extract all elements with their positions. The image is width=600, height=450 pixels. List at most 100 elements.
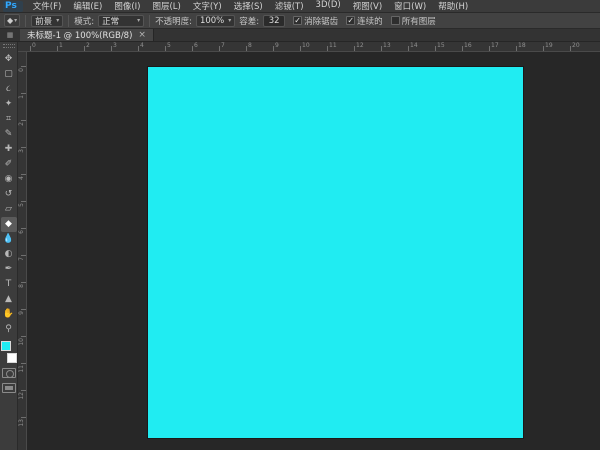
zoom-tool[interactable]: ⚲	[1, 322, 17, 337]
checkbox-unchecked-icon	[390, 16, 400, 25]
document-tab[interactable]: 未标题-1 @ 100%(RGB/8) ×	[20, 29, 154, 41]
ruler-tick-label: 9	[275, 42, 279, 49]
blend-mode-dropdown[interactable]: 正常 ▾	[98, 14, 145, 27]
ruler-tick-label: 7	[18, 257, 25, 261]
ruler-tick-label: 5	[167, 42, 171, 49]
ruler-tick-label: 12	[356, 42, 364, 49]
pen-tool[interactable]: ✒	[1, 262, 17, 277]
tool-preset-picker[interactable]: ◆ ▾	[4, 14, 21, 27]
history-brush-tool[interactable]: ↺	[1, 187, 17, 202]
horizontal-ruler[interactable]: 0 1 2 3 4 5 6 7 8 9 10 11 12 13 14 15 16 17 18 19 20	[18, 42, 600, 52]
checkbox-1[interactable]: ✓ 连续的	[346, 15, 383, 27]
separator	[68, 14, 70, 27]
dodge-tool[interactable]: ◐	[1, 247, 17, 262]
ruler-tick	[219, 46, 220, 51]
quick-selection-tool[interactable]: ✦	[1, 97, 17, 112]
lasso-tool[interactable]: ૮	[1, 82, 17, 97]
screen-mode-button[interactable]	[1, 383, 16, 393]
move-tool[interactable]: ✥	[1, 52, 17, 67]
ruler-tick-label: 18	[518, 42, 526, 49]
toolbar-grip[interactable]	[2, 44, 15, 48]
checkbox-label: 所有图层	[401, 16, 436, 27]
ruler-tick-label: 19	[545, 42, 553, 49]
chevron-down-icon: ▾	[137, 17, 141, 24]
ruler-tick-label: 14	[410, 42, 418, 49]
type-tool[interactable]: T	[1, 277, 17, 292]
ruler-tick-label: 10	[18, 338, 25, 346]
path-selection-tool[interactable]: ▲	[1, 292, 17, 307]
ruler-tick-label: 6	[18, 230, 25, 234]
ruler-tick-label: 0	[18, 68, 25, 72]
ruler-tick-label: 2	[18, 122, 25, 126]
menu-item-7[interactable]: 3D(D)	[310, 0, 347, 12]
ruler-tick	[570, 46, 571, 51]
ruler-tick	[489, 46, 490, 51]
document-title: 未标题-1 @ 100%(RGB/8)	[27, 31, 133, 41]
brush-tool[interactable]: ✐	[1, 157, 17, 172]
rectangular-marquee-tool[interactable]: ▢	[1, 67, 17, 82]
menu-item-8[interactable]: 视图(V)	[347, 0, 388, 12]
eraser-tool[interactable]: ▱	[1, 202, 17, 217]
clone-stamp-tool[interactable]: ◉	[1, 172, 17, 187]
ruler-tick-label: 0	[32, 42, 36, 49]
ruler-tick-label: 13	[18, 419, 25, 427]
menu-items: 文件(F) 编辑(E) 图像(I) 图层(L) 文字(Y) 选择(S) 滤镜(T) 3D(D)…	[27, 0, 474, 12]
foreground-color-swatch[interactable]	[0, 341, 11, 351]
tolerance-label: 容差:	[239, 16, 260, 27]
panel-toggle-icon[interactable]: ▦	[0, 29, 20, 41]
fill-source-dropdown[interactable]: 前景 ▾	[31, 14, 64, 27]
menu-item-1[interactable]: 编辑(E)	[67, 0, 108, 12]
ruler-tick-label: 11	[18, 365, 25, 373]
menu-item-5[interactable]: 选择(S)	[228, 0, 269, 12]
hand-tool[interactable]: ✋	[1, 307, 17, 322]
ruler-tick	[138, 46, 139, 51]
tools-panel: ✥ ▢ ૮ ✦ ⌗ ✎ ✚ ✐ ◉ ↺ ▱ ◆ 💧 ◐ ✒ T ▲ ✋ ⚲	[0, 42, 18, 450]
paint-bucket-tool[interactable]: ◆	[0, 217, 17, 232]
document-canvas[interactable]	[148, 67, 523, 438]
ruler-tick-label: 9	[18, 311, 25, 315]
checkbox-checked-icon: ✓	[346, 15, 356, 25]
ruler-tick	[462, 46, 463, 51]
ruler-tick-label: 16	[464, 42, 472, 49]
blur-tool[interactable]: 💧	[1, 232, 17, 247]
background-color-swatch[interactable]	[6, 353, 17, 363]
quick-mask-button[interactable]	[1, 368, 16, 378]
menu-item-9[interactable]: 窗口(W)	[388, 0, 432, 12]
ruler-tick	[381, 46, 382, 51]
ruler-tick	[30, 46, 31, 51]
ruler-tick-label: 11	[329, 42, 337, 49]
ruler-tick-label: 4	[140, 42, 144, 49]
opacity-value: 100%	[199, 15, 225, 26]
menu-item-10[interactable]: 帮助(H)	[432, 0, 474, 12]
tolerance-input[interactable]	[263, 14, 286, 27]
checkbox-0[interactable]: ✓ 消除锯齿	[293, 15, 338, 27]
opacity-label: 不透明度:	[155, 16, 192, 27]
checkbox-2[interactable]: 所有图层	[390, 15, 436, 27]
vertical-ruler[interactable]: 0 1 2 3 4 5 6 7 8 9 10 11 12 13	[18, 52, 27, 450]
paint-bucket-icon: ◆	[7, 16, 14, 25]
ruler-tick-label: 13	[383, 42, 391, 49]
healing-brush-tool[interactable]: ✚	[1, 142, 17, 157]
ruler-tick	[246, 46, 247, 51]
ruler-tick	[435, 46, 436, 51]
checkbox-checked-icon: ✓	[293, 15, 303, 25]
crop-tool[interactable]: ⌗	[1, 112, 17, 127]
ruler-tick-label: 1	[59, 42, 63, 49]
ruler-tick-label: 5	[18, 203, 25, 207]
photoshop-logo: Ps	[3, 0, 23, 12]
ruler-tick	[516, 46, 517, 51]
menu-item-0[interactable]: 文件(F)	[27, 0, 68, 12]
ruler-tick	[354, 46, 355, 51]
menu-item-6[interactable]: 滤镜(T)	[269, 0, 310, 12]
ruler-tick-label: 3	[18, 149, 25, 153]
menu-item-4[interactable]: 文字(Y)	[187, 0, 228, 12]
close-icon[interactable]: ×	[138, 30, 146, 40]
ruler-tick-label: 3	[113, 42, 117, 49]
ruler-tick	[111, 46, 112, 51]
eyedropper-tool[interactable]: ✎	[1, 127, 17, 142]
ruler-tick	[408, 46, 409, 51]
opacity-dropdown[interactable]: 100% ▾	[195, 14, 236, 27]
ruler-tick	[192, 46, 193, 51]
menu-item-3[interactable]: 图层(L)	[146, 0, 186, 12]
menu-item-2[interactable]: 图像(I)	[108, 0, 146, 12]
